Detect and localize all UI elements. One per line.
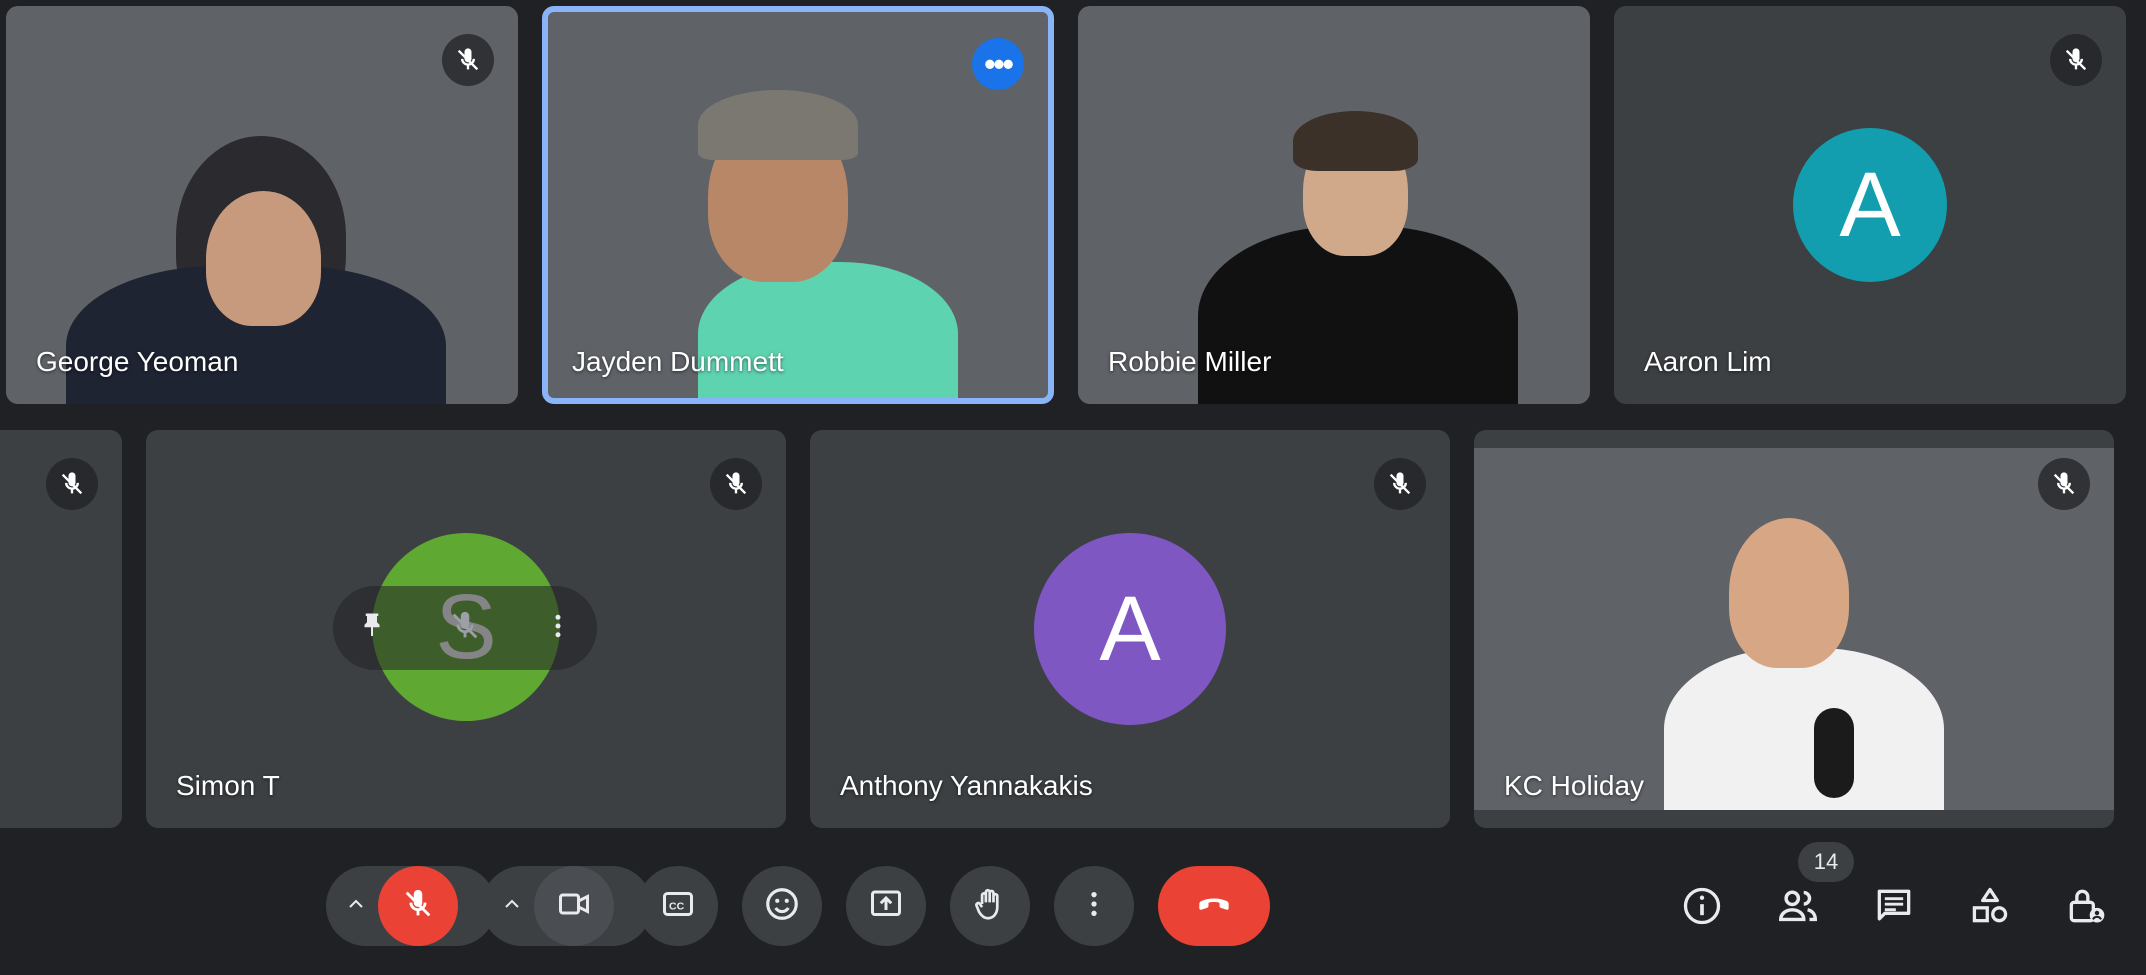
mic-off-icon bbox=[46, 458, 98, 510]
mic-off-icon bbox=[2050, 34, 2102, 86]
participant-body bbox=[1664, 648, 1944, 810]
more-horizontal-icon[interactable]: ••• bbox=[972, 38, 1024, 90]
mic-toggle-button[interactable] bbox=[378, 866, 458, 946]
participant-tile-jayden[interactable]: ••• Jayden Dummett bbox=[542, 6, 1054, 404]
microphone bbox=[1814, 708, 1854, 798]
activities-button[interactable] bbox=[1958, 876, 2022, 940]
tile-hover-controls bbox=[333, 586, 597, 670]
chevron-up-icon bbox=[344, 892, 368, 921]
pin-icon[interactable] bbox=[357, 611, 387, 646]
avatar: A bbox=[1034, 533, 1226, 725]
mic-off-icon bbox=[1374, 458, 1426, 510]
avatar-letter: A bbox=[1099, 577, 1161, 680]
participant-name: George Yeoman bbox=[36, 346, 239, 377]
emoji-icon bbox=[763, 885, 801, 928]
meeting-info-button[interactable] bbox=[1670, 876, 1734, 940]
participant-tile-george[interactable]: George Yeoman bbox=[6, 6, 518, 404]
people-icon bbox=[1775, 883, 1821, 934]
participant-face bbox=[206, 191, 321, 326]
camera-toggle-button[interactable] bbox=[534, 866, 614, 946]
raise-hand-button[interactable] bbox=[950, 866, 1030, 946]
more-options-button[interactable] bbox=[1054, 866, 1134, 946]
more-options-icon bbox=[1078, 888, 1110, 925]
captions-button[interactable]: CC bbox=[638, 866, 718, 946]
participant-name: KC Holiday bbox=[1504, 770, 1645, 801]
present-icon bbox=[868, 886, 904, 927]
participant-tile-aaron[interactable]: A Aaron Lim bbox=[1614, 6, 2126, 404]
info-icon bbox=[1680, 884, 1724, 933]
chat-button[interactable] bbox=[1862, 876, 1926, 940]
mic-off-icon[interactable] bbox=[448, 609, 482, 648]
mic-off-icon bbox=[710, 458, 762, 510]
participant-name: Jayden Dummett bbox=[572, 346, 784, 377]
avatar: A bbox=[1793, 128, 1947, 282]
avatar-letter: A bbox=[1839, 153, 1901, 256]
participant-name: Robbie Miller bbox=[1108, 346, 1272, 377]
participant-name: Aaron Lim bbox=[1644, 346, 1772, 377]
chevron-up-icon bbox=[500, 892, 524, 921]
end-call-icon bbox=[1192, 882, 1236, 931]
mic-off-icon bbox=[442, 34, 494, 86]
participant-video bbox=[698, 262, 958, 398]
emoji-button[interactable] bbox=[742, 866, 822, 946]
participant-tile-robbie[interactable]: Robbie Miller bbox=[1078, 6, 1590, 404]
captions-icon: CC bbox=[660, 886, 696, 927]
participant-tile-anthony[interactable]: A Anthony Yannakakis bbox=[810, 430, 1450, 828]
participant-tile-kc[interactable]: KC Holiday bbox=[1474, 430, 2114, 828]
participant-tile-partial[interactable] bbox=[0, 430, 122, 828]
participant-name: Simon T bbox=[176, 770, 280, 801]
raise-hand-icon bbox=[971, 885, 1009, 928]
people-button[interactable] bbox=[1766, 876, 1830, 940]
end-call-button[interactable] bbox=[1158, 866, 1270, 946]
present-button[interactable] bbox=[846, 866, 926, 946]
host-controls-icon bbox=[2064, 884, 2108, 933]
participant-face bbox=[1729, 518, 1849, 668]
svg-text:CC: CC bbox=[669, 900, 685, 912]
participant-hair bbox=[1293, 111, 1418, 171]
mic-off-icon bbox=[2038, 458, 2090, 510]
host-controls-button[interactable] bbox=[2054, 876, 2118, 940]
participant-hat bbox=[698, 90, 858, 160]
participant-video bbox=[1474, 448, 2114, 810]
activities-icon bbox=[1968, 884, 2012, 933]
mic-off-icon bbox=[401, 887, 435, 926]
video-options-button[interactable] bbox=[482, 866, 542, 946]
participant-name: Anthony Yannakakis bbox=[840, 770, 1093, 801]
audio-options-button[interactable] bbox=[326, 866, 386, 946]
chat-icon bbox=[1872, 884, 1916, 933]
camera-icon bbox=[556, 886, 592, 927]
more-vertical-icon[interactable] bbox=[543, 611, 573, 646]
